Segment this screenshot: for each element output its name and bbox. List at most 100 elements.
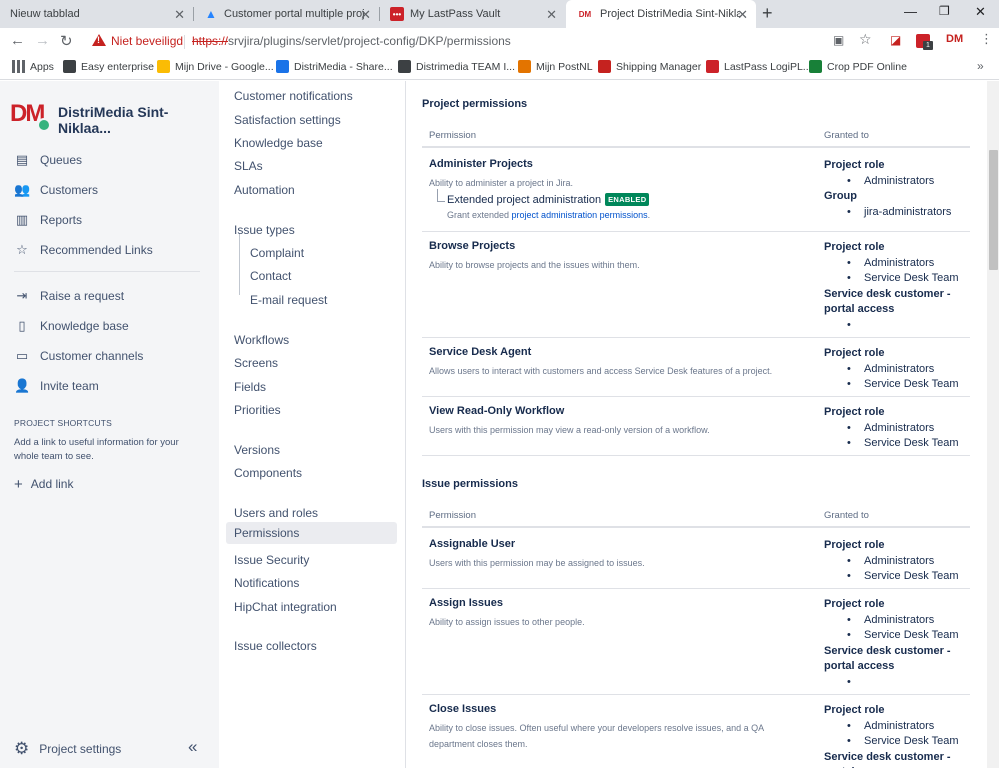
scrollbar-thumb[interactable] <box>989 150 998 270</box>
bookmark-item[interactable]: Mijn PostNL <box>518 60 593 73</box>
browser-tab-customer-portal[interactable]: ▲ Customer portal multiple project ✕ <box>194 0 379 28</box>
subnav-item-complaint[interactable]: Complaint <box>250 246 304 260</box>
extension-badge: 1 <box>923 41 933 50</box>
subnav-item-components[interactable]: Components <box>234 466 302 480</box>
bookmark-item[interactable]: DistriMedia - Share... <box>276 60 393 73</box>
close-tab-icon[interactable]: ✕ <box>546 7 557 23</box>
subnav-item-versions[interactable]: Versions <box>234 443 280 457</box>
bookmark-favicon-icon <box>518 60 531 73</box>
bookmark-favicon-icon <box>276 60 289 73</box>
browser-tab-project-active[interactable]: DM Project DistriMedia Sint-Niklaas ✕ <box>566 0 756 28</box>
granted-to-list: Project role Administrators Service Desk T… <box>824 346 974 393</box>
translate-icon[interactable]: ▣ <box>833 33 844 47</box>
subnav-item-permissions[interactable]: Permissions <box>226 522 397 544</box>
bookmark-item[interactable]: Mijn Drive - Google... <box>157 60 274 73</box>
subnav-item-automation[interactable]: Automation <box>234 183 295 197</box>
bookmarks-bar: Apps Easy enterprise Mijn Drive - Google..… <box>0 55 999 80</box>
close-window-icon[interactable]: ✕ <box>975 4 986 20</box>
url-scheme: https:// <box>192 34 229 48</box>
grant-item: Administrators <box>824 613 974 629</box>
minimize-icon[interactable]: — <box>904 4 917 19</box>
sidebar-item-reports[interactable]: ▥ Reports <box>0 207 219 233</box>
subnav-item-contact[interactable]: Contact <box>250 269 291 283</box>
enabled-lozenge: ENABLED <box>605 193 650 206</box>
close-tab-icon[interactable]: ✕ <box>360 7 371 23</box>
reload-icon[interactable]: ↻ <box>60 32 73 50</box>
sidebar-item-invite-team[interactable]: 👤 Invite team <box>0 373 219 399</box>
subnav-item-workflows[interactable]: Workflows <box>234 333 289 347</box>
restore-icon[interactable]: ❐ <box>939 4 950 18</box>
lastpass-favicon-icon: ••• <box>390 7 404 21</box>
grant-item-label: Service Desk Team <box>864 629 959 642</box>
subnav-item-issue-security[interactable]: Issue Security <box>234 553 309 567</box>
not-secure-label[interactable]: Niet beveiligd <box>111 34 183 48</box>
bookmark-item[interactable]: LastPass LogiPL... <box>706 60 812 73</box>
close-tab-icon[interactable]: ✕ <box>174 7 185 23</box>
subnav-item-screens[interactable]: Screens <box>234 356 278 370</box>
bookmark-item[interactable]: Apps <box>12 60 54 73</box>
grant-item <box>824 675 974 691</box>
bookmark-item[interactable]: Crop PDF Online <box>809 60 907 73</box>
bookmark-item[interactable]: Shipping Manager <box>598 60 701 73</box>
subnav-item-notifications[interactable]: Notifications <box>234 576 299 590</box>
profile-avatar[interactable]: DM <box>946 33 963 45</box>
subnav-item-knowledge-base[interactable]: Knowledge base <box>234 136 323 150</box>
project-name[interactable]: DistriMedia Sint-Niklaa... <box>58 104 219 136</box>
subnav-item-priorities[interactable]: Priorities <box>234 403 281 417</box>
sidebar-item-queues[interactable]: ▤ Queues <box>0 147 219 173</box>
add-link-button[interactable]: + Add link <box>14 475 73 493</box>
close-tab-icon[interactable]: ✕ <box>737 7 748 23</box>
bookmark-item[interactable]: Distrimedia TEAM I... <box>398 60 515 73</box>
subnav-item-e-mail-request[interactable]: E-mail request <box>250 293 327 307</box>
permission-name: Close Issues <box>429 703 497 715</box>
subnav-item-hipchat-integration[interactable]: HipChat integration <box>234 600 337 614</box>
reports-icon: ▥ <box>15 212 29 227</box>
sidebar-item-raise-a-request[interactable]: ⇥ Raise a request <box>0 283 219 309</box>
permission-description: Allows users to interact with customers … <box>429 366 773 376</box>
permission-name: Assign Issues <box>429 597 503 609</box>
grant-item: jira-administrators <box>824 205 974 221</box>
browser-tab-new-tab[interactable]: Nieuw tabblad ✕ <box>0 0 193 28</box>
subnav-item-slas[interactable]: SLAs <box>234 159 263 173</box>
grant-item: Administrators <box>824 256 974 272</box>
url-field[interactable]: https://srvjira/plugins/servlet/project-… <box>192 34 511 48</box>
grant-item-label: Administrators <box>864 174 935 187</box>
sidebar-item-knowledge-base[interactable]: ▯ Knowledge base <box>0 313 219 339</box>
grant-type: Project role <box>824 347 885 359</box>
grant-type: Group <box>824 190 857 203</box>
more-menu-icon[interactable]: ⋮ <box>980 31 993 47</box>
granted-to-list: Project role Administrators Service Desk T… <box>824 597 974 691</box>
subnav-item-users-and-roles[interactable]: Users and roles <box>234 506 318 520</box>
subnav-item-issue-collectors[interactable]: Issue collectors <box>234 639 317 653</box>
sidebar-item-label: Invite team <box>40 379 99 393</box>
bookmarks-overflow-icon[interactable]: » <box>977 59 984 73</box>
plus-icon: + <box>14 476 23 493</box>
grant-item: Administrators <box>824 719 974 735</box>
sidebar-item-customer-channels[interactable]: ▭ Customer channels <box>0 343 219 369</box>
acrobat-extension-icon[interactable]: ◪ <box>890 33 901 47</box>
forward-arrow-icon[interactable]: → <box>35 32 50 49</box>
collapse-sidebar-icon[interactable]: « <box>188 737 197 757</box>
grant-type: Project role <box>824 704 885 716</box>
subnav-item-issue-types[interactable]: Issue types <box>234 223 295 237</box>
bookmark-star-icon[interactable]: ☆ <box>859 31 872 48</box>
browser-tab-lastpass[interactable]: ••• My LastPass Vault ✕ <box>380 0 565 28</box>
sidebar-item-customers[interactable]: 👥 Customers <box>0 177 219 203</box>
extended-project-administration: Extended project administration ENABLED <box>447 193 650 206</box>
project-settings-button[interactable]: ⚙ Project settings <box>14 739 121 759</box>
bookmark-label: Mijn PostNL <box>536 60 593 73</box>
column-header-permission: Permission <box>429 510 476 521</box>
permission-description: Users with this permission may be assign… <box>429 558 645 568</box>
new-tab-icon[interactable]: + <box>762 3 773 24</box>
subnav-item-fields[interactable]: Fields <box>234 380 266 394</box>
raise-request-icon: ⇥ <box>16 288 28 303</box>
sidebar-item-label: Customers <box>40 183 99 197</box>
extended-title: Extended project administration <box>447 193 602 206</box>
bookmark-item[interactable]: Easy enterprise <box>63 60 154 73</box>
subnav-item-satisfaction-settings[interactable]: Satisfaction settings <box>234 113 341 127</box>
project-admin-permissions-link[interactable]: project administration permissions <box>512 210 648 220</box>
subnav-item-customer-notifications[interactable]: Customer notifications <box>234 89 353 103</box>
back-arrow-icon[interactable]: ← <box>10 32 25 49</box>
monitor-icon: ▭ <box>15 348 29 363</box>
sidebar-item-recommended-links[interactable]: ☆ Recommended Links <box>0 237 219 263</box>
